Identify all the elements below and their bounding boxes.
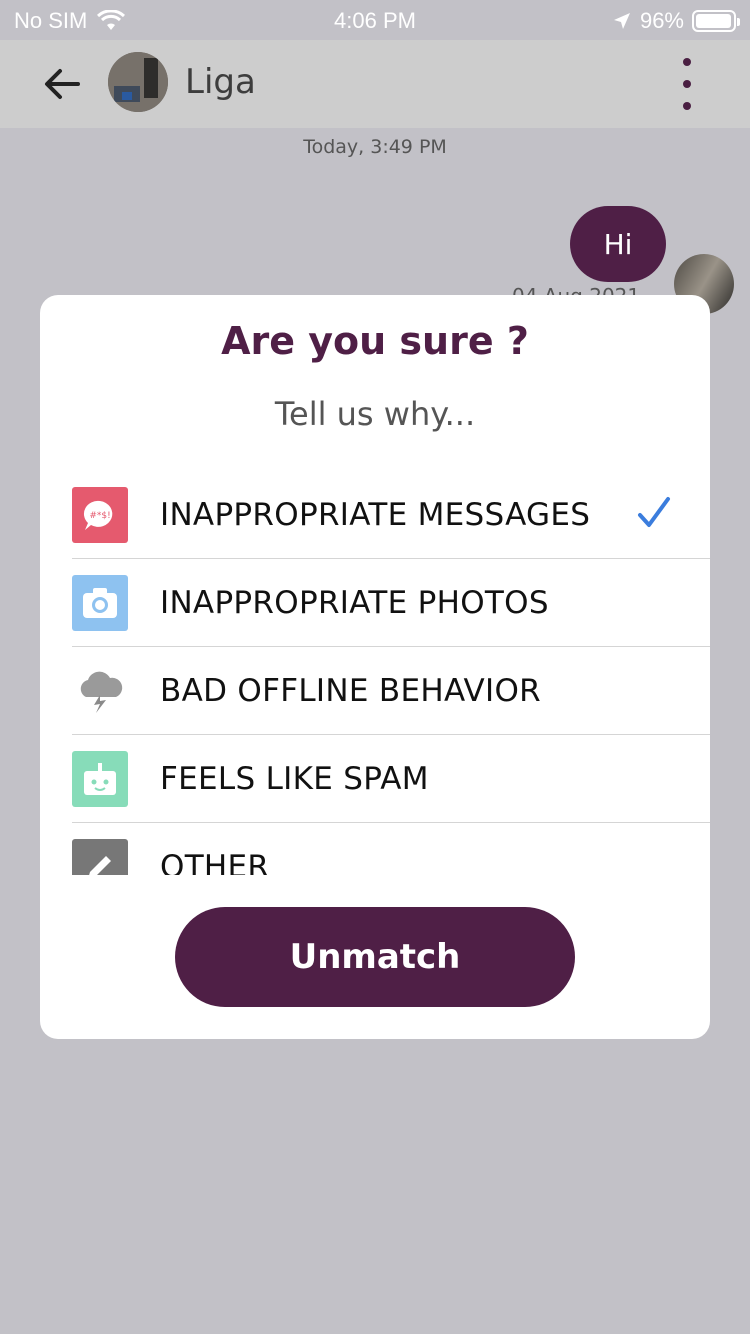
reason-bad-offline-behavior[interactable]: BAD OFFLINE BEHAVIOR <box>72 647 710 735</box>
contact-name[interactable]: Liga <box>185 62 256 102</box>
camera-icon <box>72 575 128 631</box>
checkmark-icon <box>638 497 670 527</box>
reason-list: #*$! INAPPROPRIATE MESSAGES INAPPROPRIAT… <box>72 471 710 875</box>
speech-bubble-icon: #*$! <box>72 487 128 543</box>
back-arrow-icon <box>45 69 80 99</box>
chat-header: Liga <box>0 40 750 128</box>
svg-text:#*$!: #*$! <box>89 511 110 521</box>
status-bar: No SIM 4:06 PM 96% <box>0 0 750 40</box>
battery-icon <box>692 10 740 32</box>
contact-avatar[interactable] <box>108 52 168 112</box>
reason-label: INAPPROPRIATE MESSAGES <box>160 497 591 533</box>
reason-label: INAPPROPRIATE PHOTOS <box>160 585 549 621</box>
unmatch-dialog: Are you sure ? Tell us why... #*$! INAPP… <box>40 295 710 1039</box>
location-arrow-icon <box>613 13 630 29</box>
dialog-subtitle: Tell us why... <box>274 395 476 433</box>
reason-inappropriate-messages[interactable]: #*$! INAPPROPRIATE MESSAGES <box>72 471 710 559</box>
dialog-title: Are you sure ? <box>221 319 529 363</box>
reason-inappropriate-photos[interactable]: INAPPROPRIATE PHOTOS <box>72 559 710 647</box>
more-dot <box>683 102 691 110</box>
more-dot <box>683 80 691 88</box>
more-options-button[interactable] <box>672 52 702 112</box>
chat-timestamp: Today, 3:49 PM <box>303 136 447 158</box>
reason-feels-like-spam[interactable]: FEELS LIKE SPAM <box>72 735 710 823</box>
pencil-icon <box>72 839 128 875</box>
more-dot <box>683 58 691 66</box>
battery-percent: 96% <box>639 8 684 33</box>
storm-cloud-icon <box>72 663 128 719</box>
back-button[interactable] <box>40 62 84 106</box>
battery-fill <box>696 14 731 28</box>
reason-label: BAD OFFLINE BEHAVIOR <box>160 673 541 709</box>
unmatch-button[interactable]: Unmatch <box>175 907 575 1007</box>
reason-other[interactable]: OTHER <box>72 823 710 875</box>
avatar-photo <box>108 52 168 112</box>
robot-icon <box>72 751 128 807</box>
message-bubble[interactable]: Hi <box>570 206 666 282</box>
reason-label: OTHER <box>160 849 270 875</box>
reason-label: FEELS LIKE SPAM <box>160 761 429 797</box>
